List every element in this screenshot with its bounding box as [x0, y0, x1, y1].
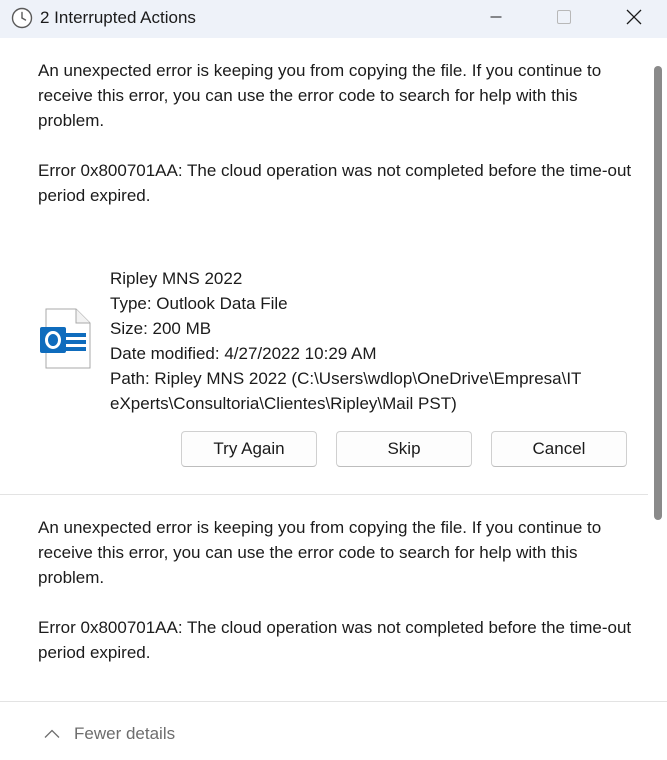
file-date-modified: Date modified: 4/27/2022 10:29 AM — [110, 344, 377, 363]
minimize-button[interactable] — [473, 0, 519, 34]
maximize-icon — [557, 10, 571, 24]
cancel-button[interactable]: Cancel — [491, 431, 627, 467]
clock-icon — [10, 6, 34, 30]
fewer-details-toggle[interactable]: Fewer details — [44, 724, 175, 744]
maximize-button — [541, 0, 587, 34]
file-name: Ripley MNS 2022 — [110, 269, 243, 288]
skip-button[interactable]: Skip — [336, 431, 472, 467]
outlook-data-file-icon — [40, 308, 94, 370]
close-button[interactable] — [611, 0, 657, 34]
chevron-up-icon — [44, 729, 60, 738]
minimize-icon — [490, 16, 502, 18]
scrollbar-thumb[interactable] — [654, 66, 662, 520]
error-code: Error 0x800701AA: The cloud operation wa… — [38, 161, 632, 205]
try-again-button[interactable]: Try Again — [181, 431, 317, 467]
divider — [0, 494, 648, 495]
error-message: An unexpected error is keeping you from … — [38, 518, 602, 587]
file-size: Size: 200 MB — [110, 319, 212, 338]
file-type: Type: Outlook Data File — [110, 294, 288, 313]
error-code: Error 0x800701AA: The cloud operation wa… — [38, 618, 632, 662]
file-details: Ripley MNS 2022 Type: Outlook Data File … — [110, 266, 630, 416]
file-path-line-1: Path: Ripley MNS 2022 (C:\Users\wdlop\On… — [110, 369, 582, 388]
close-icon — [626, 9, 642, 25]
file-path-line-2: eXperts\Consultoria\Clientes\Ripley\Mail… — [110, 394, 457, 413]
fewer-details-label: Fewer details — [74, 724, 176, 743]
window-title: 2 Interrupted Actions — [40, 8, 196, 27]
interrupted-actions-list: An unexpected error is keeping you from … — [0, 38, 648, 701]
title-bar: 2 Interrupted Actions — [0, 0, 667, 38]
error-message: An unexpected error is keeping you from … — [38, 61, 602, 130]
footer: Fewer details — [0, 701, 667, 760]
